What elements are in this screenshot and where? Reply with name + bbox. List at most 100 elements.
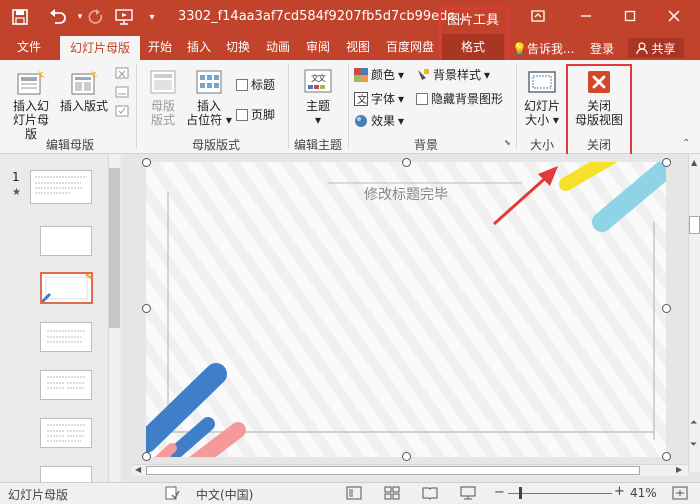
zoom-slider[interactable] <box>508 493 612 494</box>
tab-animations[interactable]: 动画 <box>262 34 294 60</box>
tab-insert[interactable]: 插入 <box>183 34 215 60</box>
slide-canvas[interactable]: 修改标题完毕 <box>146 162 666 457</box>
tab-review[interactable]: 审阅 <box>302 34 334 60</box>
themes-button[interactable]: 文文 主题 ▾ <box>296 68 340 127</box>
present-from-beginning-icon[interactable] <box>114 7 134 27</box>
resize-handle-top[interactable] <box>402 158 411 167</box>
insert-slide-master-icon <box>16 68 46 96</box>
chevron-down-icon: ▾ <box>222 113 232 127</box>
effects-button[interactable]: 效果 ▾ <box>354 112 404 129</box>
chevron-down-icon: ▾ <box>314 113 322 127</box>
fonts-button[interactable]: 文 字体 ▾ <box>354 90 404 107</box>
normal-view-icon[interactable] <box>346 486 362 503</box>
picture-tools-label: 图片工具 <box>446 13 499 28</box>
slide-sorter-icon[interactable] <box>384 486 400 503</box>
zoom-in-icon[interactable]: + <box>614 484 625 499</box>
preserve-icon[interactable] <box>115 104 129 118</box>
dialog-launcher-icon[interactable]: ⬊ <box>504 138 511 147</box>
hide-background-graphics-checkbox[interactable]: 隐藏背景图形 <box>416 90 503 107</box>
tab-file[interactable]: 文件 <box>10 34 48 60</box>
fit-slide-icon[interactable] <box>672 486 688 503</box>
title-checkbox-box[interactable] <box>236 78 248 91</box>
master-layout-button[interactable]: 母版 版式 <box>144 68 182 127</box>
next-slide-icon[interactable]: ⏷ <box>690 440 697 450</box>
tab-baidu-netdisk[interactable]: 百度网盘 <box>382 34 438 60</box>
collapse-ribbon-icon[interactable]: ⌃ <box>682 138 690 149</box>
minimize-icon[interactable] <box>572 5 600 27</box>
colors-label: 颜色 <box>371 68 396 82</box>
hide-background-graphics-box[interactable] <box>416 92 428 105</box>
slide-scroll-thumb[interactable] <box>689 216 700 234</box>
resize-handle-right[interactable] <box>662 304 671 313</box>
scroll-right-icon[interactable]: ▶ <box>676 465 682 474</box>
slide-size-button[interactable]: 幻灯片 大小 ▾ <box>520 68 564 127</box>
slide-vertical-scrollbar[interactable]: ▲ ⏶ ⏷ <box>688 154 700 472</box>
tab-slide-master[interactable]: 幻灯片母版 <box>60 36 140 62</box>
insert-slide-master-button[interactable]: 插入幻 灯片母版 <box>8 68 54 141</box>
chevron-down-icon: ▾ <box>398 91 405 106</box>
group-label-edit-theme: 编辑主题 <box>293 138 342 152</box>
tab-format[interactable]: 格式 <box>442 34 504 60</box>
reading-view-icon[interactable] <box>422 486 438 503</box>
share-button[interactable]: 共享 <box>628 38 684 58</box>
thumbnail-layout[interactable] <box>40 226 92 256</box>
resize-handle-left[interactable] <box>142 304 151 313</box>
zoom-out-icon[interactable]: − <box>494 485 505 500</box>
resize-handle-top-right[interactable] <box>662 158 671 167</box>
thumbnail-scrollbar[interactable] <box>108 154 120 484</box>
tab-home[interactable]: 开始 <box>144 34 176 60</box>
insert-layout-button[interactable]: 插入版式 <box>58 68 110 113</box>
colors-button[interactable]: 颜色 ▾ <box>354 66 404 83</box>
slideshow-icon[interactable] <box>460 486 476 503</box>
zoom-level[interactable]: 41% <box>630 486 657 500</box>
hide-background-graphics-label: 隐藏背景图形 <box>431 92 504 106</box>
group-label-edit-master: 编辑母版 <box>45 138 94 152</box>
rename-icon[interactable] <box>115 85 129 99</box>
maximize-icon[interactable] <box>616 5 644 27</box>
close-window-icon[interactable] <box>660 5 688 27</box>
login-link[interactable]: 登录 <box>590 40 614 57</box>
undo-icon[interactable] <box>48 7 68 27</box>
footer-checkbox[interactable]: 页脚 <box>236 106 275 123</box>
slide-background-art <box>146 162 666 457</box>
insert-placeholder-button[interactable]: 插入 占位符 ▾ <box>186 68 232 127</box>
slide-horizontal-scrollbar[interactable]: ◀ ▶ <box>132 464 688 476</box>
spell-check-icon[interactable] <box>164 485 180 504</box>
title-checkbox[interactable]: 标题 <box>236 76 275 93</box>
background-styles-button[interactable]: 背景样式 ▾ <box>416 66 490 83</box>
thumbnail-layout[interactable] <box>40 322 92 352</box>
tell-me-search[interactable]: 💡告诉我... <box>512 40 574 57</box>
thumbnail-master[interactable] <box>30 170 92 204</box>
zoom-slider-thumb[interactable] <box>519 487 522 499</box>
group-label-master-layout: 母版版式 <box>191 138 240 152</box>
title-checkbox-label: 标题 <box>251 78 276 92</box>
resize-handle-bottom-left[interactable] <box>142 452 151 461</box>
thumbnail-layout[interactable] <box>40 418 92 448</box>
slide-title-placeholder[interactable]: 修改标题完毕 <box>146 184 666 204</box>
thumbnail-scroll-thumb[interactable] <box>109 168 120 328</box>
previous-slide-icon[interactable]: ⏶ <box>690 418 697 428</box>
themes-label: 主题 <box>305 99 330 113</box>
footer-checkbox-box[interactable] <box>236 108 248 121</box>
scroll-up-icon[interactable]: ▲ <box>691 158 697 167</box>
thumbnail-layout-selected[interactable] <box>40 272 93 304</box>
tab-transitions[interactable]: 切换 <box>222 34 254 60</box>
powerpoint-window: ▾ ▾ 3302_f14aa3af7cd584f9207fb5d7cb99edc… <box>0 0 700 504</box>
resize-handle-top-left[interactable] <box>142 158 151 167</box>
thumbnail-layout[interactable] <box>40 370 92 400</box>
tab-view[interactable]: 视图 <box>342 34 374 60</box>
horizontal-scroll-thumb[interactable] <box>146 466 640 475</box>
tell-me-label: 告诉我... <box>526 42 575 56</box>
language-indicator[interactable]: 中文(中国) <box>196 486 253 503</box>
ribbon-display-options-icon[interactable] <box>524 5 552 27</box>
save-icon[interactable] <box>10 7 30 27</box>
resize-handle-bottom[interactable] <box>402 452 411 461</box>
resize-handle-bottom-right[interactable] <box>662 452 671 461</box>
customize-toolbar-icon[interactable]: ▾ <box>142 7 162 27</box>
scroll-left-icon[interactable]: ◀ <box>135 465 141 474</box>
close-master-view-icon <box>584 68 614 96</box>
redo-icon[interactable] <box>86 7 106 27</box>
delete-slide-icon[interactable] <box>115 66 129 80</box>
close-master-view-button[interactable]: 关闭 母版视图 <box>570 68 628 127</box>
insert-layout-icon <box>69 68 99 96</box>
